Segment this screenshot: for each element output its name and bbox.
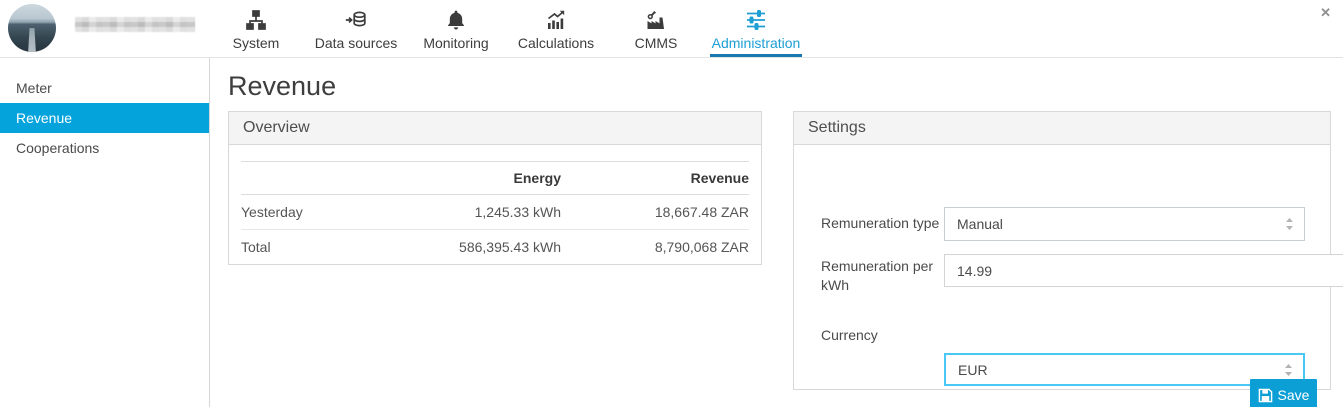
nav-item-monitoring[interactable]: Monitoring	[406, 0, 506, 57]
app-window: System Data sources	[0, 0, 1343, 407]
nav-label: Data sources	[315, 35, 397, 51]
factory-wrench-icon	[644, 8, 668, 32]
nav-label: System	[233, 35, 280, 51]
database-arrow-icon	[344, 8, 368, 32]
overview-table-wrap: Energy Revenue Yesterday 1,245.33 kWh 18…	[229, 145, 761, 264]
currency-value: EUR	[958, 362, 988, 378]
table-row-yesterday: Yesterday 1,245.33 kWh 18,667.48 ZAR	[241, 195, 749, 230]
page-title: Revenue	[228, 71, 336, 102]
overview-panel-title: Overview	[229, 112, 761, 145]
nav-label: CMMS	[635, 35, 678, 51]
settings-panel: Settings Remuneration type Manual Remune…	[793, 111, 1331, 390]
bell-icon	[444, 8, 468, 32]
revenue-value: 18,667.48 ZAR	[561, 195, 749, 230]
sliders-icon	[744, 8, 768, 32]
chart-growth-icon	[544, 8, 568, 32]
nav-item-administration[interactable]: Administration	[706, 0, 806, 57]
sidebar-item-revenue[interactable]: Revenue	[0, 103, 209, 133]
remuneration-per-kwh-label: Remuneration per kWh	[821, 257, 943, 295]
workspace-avatar	[8, 4, 56, 52]
close-icon[interactable]: ✕	[1320, 6, 1331, 19]
nav-label: Administration	[712, 35, 801, 51]
remuneration-type-value: Manual	[957, 216, 1003, 232]
select-caret-icon	[1284, 363, 1293, 377]
row-label: Yesterday	[241, 195, 393, 230]
row-label: Total	[241, 230, 393, 265]
col-blank	[241, 162, 393, 195]
save-button-label: Save	[1278, 387, 1310, 403]
revenue-value: 8,790,068 ZAR	[561, 230, 749, 265]
energy-value: 1,245.33 kWh	[393, 195, 561, 230]
nav-item-data-sources[interactable]: Data sources	[306, 0, 406, 57]
settings-form: Remuneration type Manual Remuneration pe…	[794, 145, 1330, 390]
col-revenue: Revenue	[561, 162, 749, 195]
nav-item-system[interactable]: System	[206, 0, 306, 57]
top-bar: System Data sources	[0, 0, 1343, 58]
table-row-total: Total 586,395.43 kWh 8,790,068 ZAR	[241, 230, 749, 265]
remuneration-type-label: Remuneration type	[821, 214, 943, 233]
sidebar-item-meter[interactable]: Meter	[0, 73, 209, 103]
nav-item-calculations[interactable]: Calculations	[506, 0, 606, 57]
floppy-disk-icon	[1258, 388, 1273, 403]
overview-panel: Overview Energy Revenue Yesterday 1,245.…	[228, 111, 762, 265]
settings-panel-title: Settings	[794, 112, 1330, 145]
energy-value: 586,395.43 kWh	[393, 230, 561, 265]
save-button[interactable]: Save	[1250, 379, 1317, 407]
sidebar: Meter Revenue Cooperations	[0, 58, 210, 407]
active-tab-underline	[710, 54, 802, 57]
remuneration-per-kwh-input[interactable]	[944, 254, 1343, 287]
currency-label: Currency	[821, 326, 943, 345]
col-energy: Energy	[393, 162, 561, 195]
sitemap-icon	[244, 8, 268, 32]
sidebar-item-cooperations[interactable]: Cooperations	[0, 133, 209, 163]
nav-label: Calculations	[518, 35, 594, 51]
workspace-name-redacted	[75, 17, 195, 32]
remuneration-type-select[interactable]: Manual	[944, 207, 1305, 241]
nav-label: Monitoring	[423, 35, 488, 51]
overview-table: Energy Revenue Yesterday 1,245.33 kWh 18…	[241, 161, 749, 264]
table-header-row: Energy Revenue	[241, 162, 749, 195]
select-caret-icon	[1285, 217, 1294, 231]
main-nav: System Data sources	[206, 0, 806, 57]
nav-item-cmms[interactable]: CMMS	[606, 0, 706, 57]
